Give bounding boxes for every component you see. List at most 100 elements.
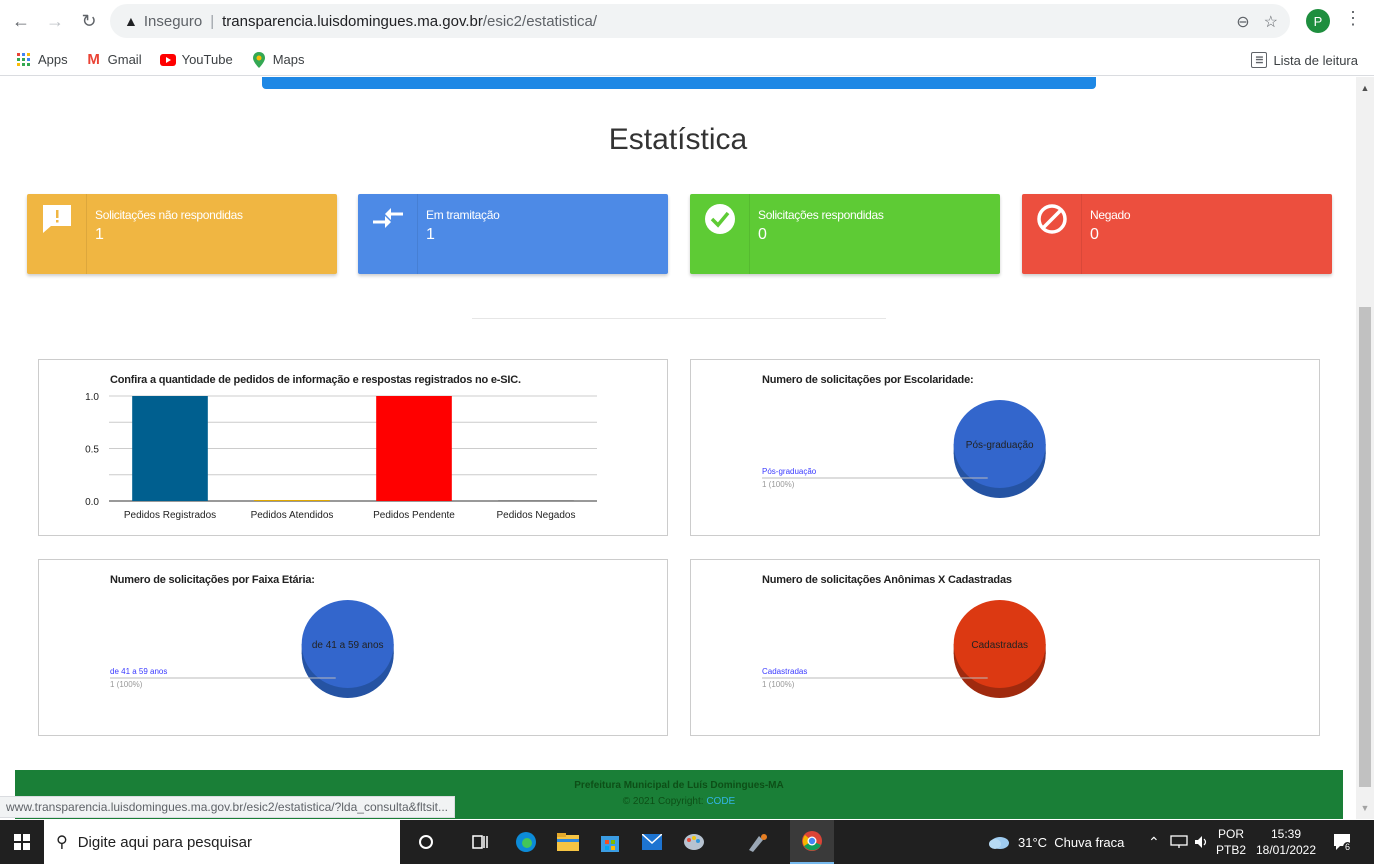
apps-grid-icon [16, 52, 32, 68]
volume-icon[interactable] [1194, 820, 1210, 864]
scroll-thumb[interactable] [1359, 307, 1371, 787]
bookmark-youtube[interactable]: YouTube [159, 52, 233, 68]
y-tick-label: 0.5 [85, 445, 99, 456]
network-icon[interactable] [1170, 820, 1188, 864]
pie-legend-value: 1 (100%) [762, 680, 795, 689]
bookmark-label: Maps [272, 52, 305, 67]
bookmarks-bar: Apps M Gmail YouTube Maps ☰ Lista de lei… [0, 44, 1374, 76]
chrome-taskbar-button[interactable] [790, 820, 834, 864]
bookmark-label: Apps [38, 52, 68, 67]
bookmark-star-icon[interactable]: ☆ [1264, 12, 1278, 32]
back-icon[interactable]: ← [8, 8, 34, 34]
bar-chart: 0.0 0.5 1.0 Pedidos Registrados Pedidos Aten… [85, 392, 597, 521]
x-tick-label: Pedidos Registrados [124, 510, 216, 521]
card-value: 1 [95, 226, 104, 243]
scroll-down-icon[interactable]: ▼ [1356, 803, 1374, 813]
page-title: Estatística [608, 123, 748, 156]
bar [498, 500, 574, 501]
youtube-icon [159, 52, 176, 68]
clock-time: 15:39 [1270, 827, 1302, 841]
notifications-button[interactable]: 6 [1332, 820, 1353, 864]
scroll-up-icon[interactable]: ▲ [1356, 83, 1374, 93]
pie-chart-education: Pós-graduação Pós-graduação 1 (100%) [762, 400, 1046, 498]
card-icon-box [1022, 194, 1082, 274]
gmail-icon: M [87, 51, 100, 68]
chrome-icon [802, 831, 822, 851]
forward-icon[interactable]: → [42, 8, 68, 34]
chart-panel-anonymous: Numero de solicitações Anônimas X Cadast… [690, 559, 1320, 736]
pie-slice-label: Cadastradas [971, 640, 1028, 651]
address-bar[interactable]: ▲ Inseguro | transparencia.luisdomingues… [110, 4, 1290, 38]
clock[interactable]: 15:39 18/01/2022 [1256, 820, 1316, 864]
browser-menu-icon[interactable]: ⋮ [1344, 8, 1362, 29]
pie-chart-anonymous: Cadastradas Cadastradas 1 (100%) [762, 600, 1046, 698]
pie-slice-label: Pós-graduação [966, 440, 1034, 451]
card-value: 0 [758, 226, 767, 243]
card-label: Solicitações não respondidas [95, 208, 243, 222]
bar [376, 396, 452, 501]
chart-panel-age: Numero de solicitações por Faixa Etária:… [38, 559, 668, 736]
store-icon[interactable] [596, 828, 624, 856]
pie-chart-age: de 41 a 59 anos de 41 a 59 anos 1 (100%) [110, 600, 394, 698]
stat-card-unanswered[interactable]: Solicitações não respondidas 1 [27, 194, 337, 274]
y-tick-label: 1.0 [85, 392, 99, 403]
bookmark-apps[interactable]: Apps [16, 52, 68, 68]
mail-icon[interactable] [638, 828, 666, 856]
weather-widget[interactable]: 31°C Chuva fraca [988, 820, 1124, 864]
y-tick-label: 0.0 [85, 497, 99, 508]
pie-legend-label: Cadastradas [762, 667, 807, 676]
card-icon-box [358, 194, 418, 274]
alert-message-icon [42, 205, 71, 233]
stat-card-denied[interactable]: Negado 0 [1022, 194, 1332, 274]
lang-bottom: PTB2 [1216, 843, 1247, 857]
stat-card-in-progress[interactable]: Em tramitação 1 [358, 194, 668, 274]
page-scrollbar[interactable]: ▲ ▼ [1356, 77, 1374, 819]
browser-toolbar: ← → ↻ ▲ Inseguro | transparencia.luisdom… [0, 0, 1374, 44]
x-tick-label: Pedidos Pendente [373, 510, 455, 521]
weather-cloud-icon [989, 837, 1009, 849]
x-tick-label: Pedidos Negados [497, 510, 576, 521]
warning-icon: ▲ [124, 13, 138, 29]
card-value: 0 [1090, 226, 1099, 243]
pie-legend-value: 1 (100%) [762, 480, 795, 489]
bookmark-maps[interactable]: Maps [251, 51, 305, 68]
card-value: 1 [426, 226, 435, 243]
url-domain: transparencia.luisdomingues.ma.gov.br [222, 12, 483, 30]
section-divider [472, 318, 886, 319]
tray-chevron-icon[interactable]: ⌃ [1148, 820, 1160, 864]
card-label: Em tramitação [426, 208, 500, 222]
x-tick-label: Pedidos Atendidos [251, 510, 334, 521]
status-url-bubble: www.transparencia.luisdomingues.ma.gov.b… [0, 796, 455, 818]
card-icon-box [690, 194, 750, 274]
paint-3d-icon[interactable] [744, 828, 772, 856]
bar [254, 500, 330, 501]
taskbar-search[interactable]: ⚲ Digite aqui para pesquisar [44, 820, 400, 864]
footer-copyright-text: © 2021 Copyright: [622, 796, 704, 807]
edge-icon[interactable] [512, 828, 540, 856]
language-indicator[interactable]: POR PTB2 [1216, 820, 1246, 864]
windows-taskbar: ⚲ Digite aqui para pesquisar 31°C Chuva … [0, 820, 1374, 864]
card-icon-box [27, 194, 87, 274]
weather-text: 31°C Chuva fraca [1018, 834, 1125, 850]
reading-list-button[interactable]: ☰ Lista de leitura [1251, 44, 1358, 76]
bar [132, 396, 208, 501]
card-label: Solicitações respondidas [758, 208, 884, 222]
stat-card-answered[interactable]: Solicitações respondidas 0 [690, 194, 1000, 274]
chart-panel-education: Numero de solicitações por Escolaridade:… [690, 359, 1320, 536]
reload-icon[interactable]: ↻ [76, 8, 102, 34]
footer-brand-link[interactable]: CODE [706, 796, 735, 807]
file-explorer-icon[interactable] [554, 828, 582, 856]
check-circle-icon [704, 204, 735, 234]
paint-icon[interactable] [680, 828, 708, 856]
zoom-icon[interactable]: ⊖ [1236, 12, 1249, 32]
bookmark-label: YouTube [181, 52, 233, 67]
cortana-icon[interactable] [412, 828, 440, 856]
page-viewport: Estatística Solicitações não respondidas… [0, 77, 1356, 819]
footer-org: Prefeitura Municipal de Luís Domingues-M… [574, 780, 784, 791]
profile-avatar[interactable]: P [1306, 9, 1330, 33]
task-view-icon[interactable] [466, 828, 494, 856]
start-button[interactable] [0, 820, 44, 864]
bookmark-gmail[interactable]: M Gmail [86, 51, 141, 68]
clock-date: 18/01/2022 [1255, 843, 1317, 857]
maps-icon [251, 51, 267, 68]
